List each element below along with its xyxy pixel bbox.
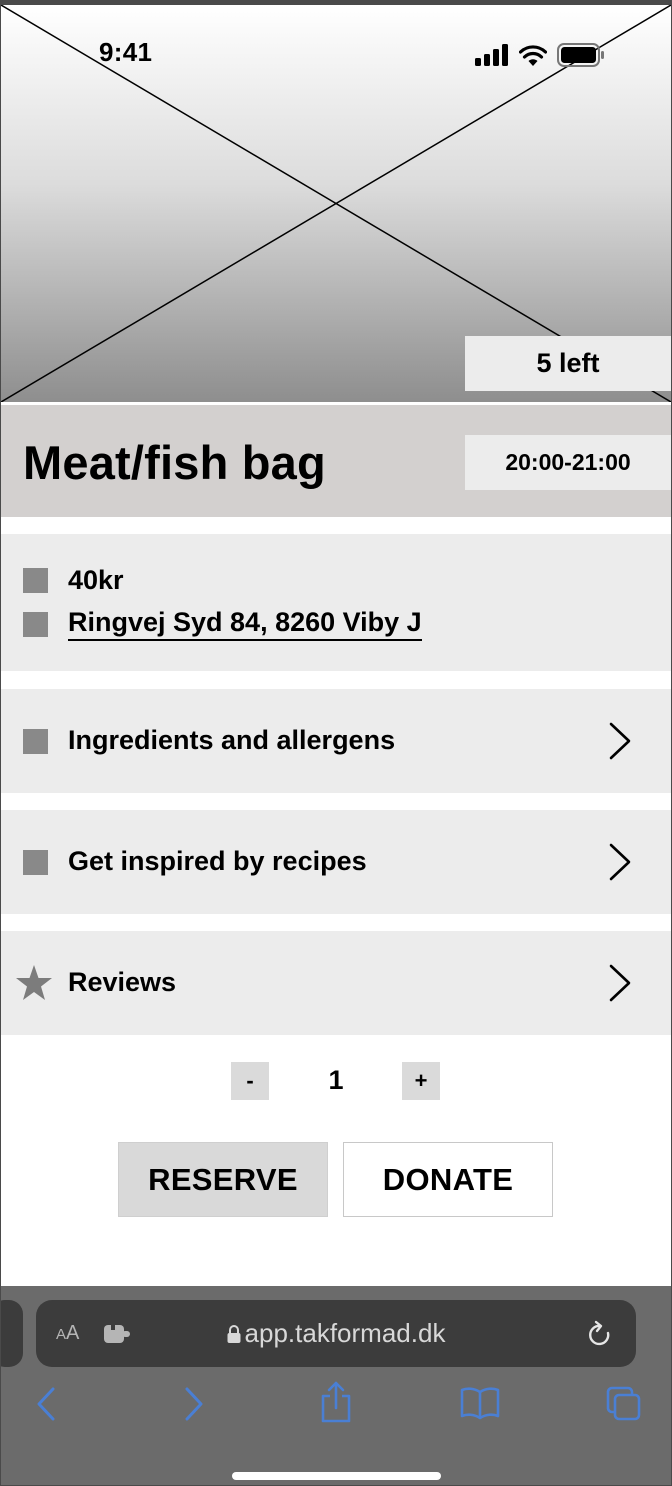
product-header: Meat/fish bag 20:00-21:00 (1, 405, 671, 517)
forward-icon[interactable] (183, 1386, 205, 1422)
section-label: Get inspired by recipes (68, 846, 367, 876)
app-screen: 9:41 5 left Meat/fish bag 20:00-21:00 40… (0, 0, 672, 1486)
tabs-icon[interactable] (606, 1386, 642, 1422)
chevron-right-icon (609, 722, 631, 760)
section-label: Reviews (68, 967, 177, 997)
chevron-right-icon (609, 964, 631, 1002)
share-icon[interactable] (319, 1380, 353, 1424)
address-row[interactable]: Ringvej Syd 84, 8260 Viby J (23, 607, 422, 641)
recipes-icon (23, 850, 48, 875)
section-label: Ingredients and allergens (68, 725, 396, 755)
section-reviews[interactable]: Reviews (1, 931, 671, 1035)
location-icon (23, 611, 48, 637)
status-time: 9:41 (99, 37, 153, 67)
donate-button[interactable]: DONATE (343, 1142, 553, 1217)
lock-icon (227, 1325, 241, 1343)
browser-toolbar (1, 1381, 671, 1434)
cellular-signal-icon (475, 44, 508, 66)
browser-chrome: AA app.takformad.dk (1, 1286, 671, 1485)
address-link[interactable]: Ringvej Syd 84, 8260 Viby J (68, 607, 422, 641)
section-ingredients-allergens[interactable]: Ingredients and allergens (1, 689, 671, 793)
address-bar[interactable]: AA app.takformad.dk (36, 1300, 636, 1367)
home-indicator[interactable] (232, 1472, 441, 1480)
section-recipes[interactable]: Get inspired by recipes (1, 810, 671, 914)
product-title: Meat/fish bag (23, 436, 326, 489)
quantity-decrease-button[interactable]: - (231, 1062, 269, 1100)
price-icon (23, 568, 48, 593)
product-info-card: 40kr Ringvej Syd 84, 8260 Viby J (1, 534, 671, 671)
hero-image-placeholder: 9:41 5 left (1, 5, 671, 402)
reserve-button[interactable]: RESERVE (118, 1142, 328, 1217)
chevron-right-icon (609, 843, 631, 881)
status-icons (475, 43, 605, 67)
previous-tab-edge[interactable] (1, 1300, 23, 1367)
price-row: 40kr (23, 565, 124, 596)
url-text[interactable]: app.takformad.dk (36, 1318, 636, 1349)
pickup-time-badge: 20:00-21:00 (465, 435, 671, 490)
star-icon (16, 965, 52, 1000)
ingredients-icon (23, 729, 48, 754)
quantity-value: 1 (328, 1065, 344, 1095)
quantity-increase-button[interactable]: + (402, 1062, 440, 1100)
back-icon[interactable] (35, 1386, 57, 1422)
wifi-icon (519, 45, 547, 66)
price-label: 40kr (68, 565, 124, 595)
battery-icon (557, 43, 604, 67)
reload-icon[interactable] (586, 1320, 614, 1350)
stock-badge: 5 left (465, 336, 671, 391)
bookmarks-icon[interactable] (460, 1386, 500, 1420)
